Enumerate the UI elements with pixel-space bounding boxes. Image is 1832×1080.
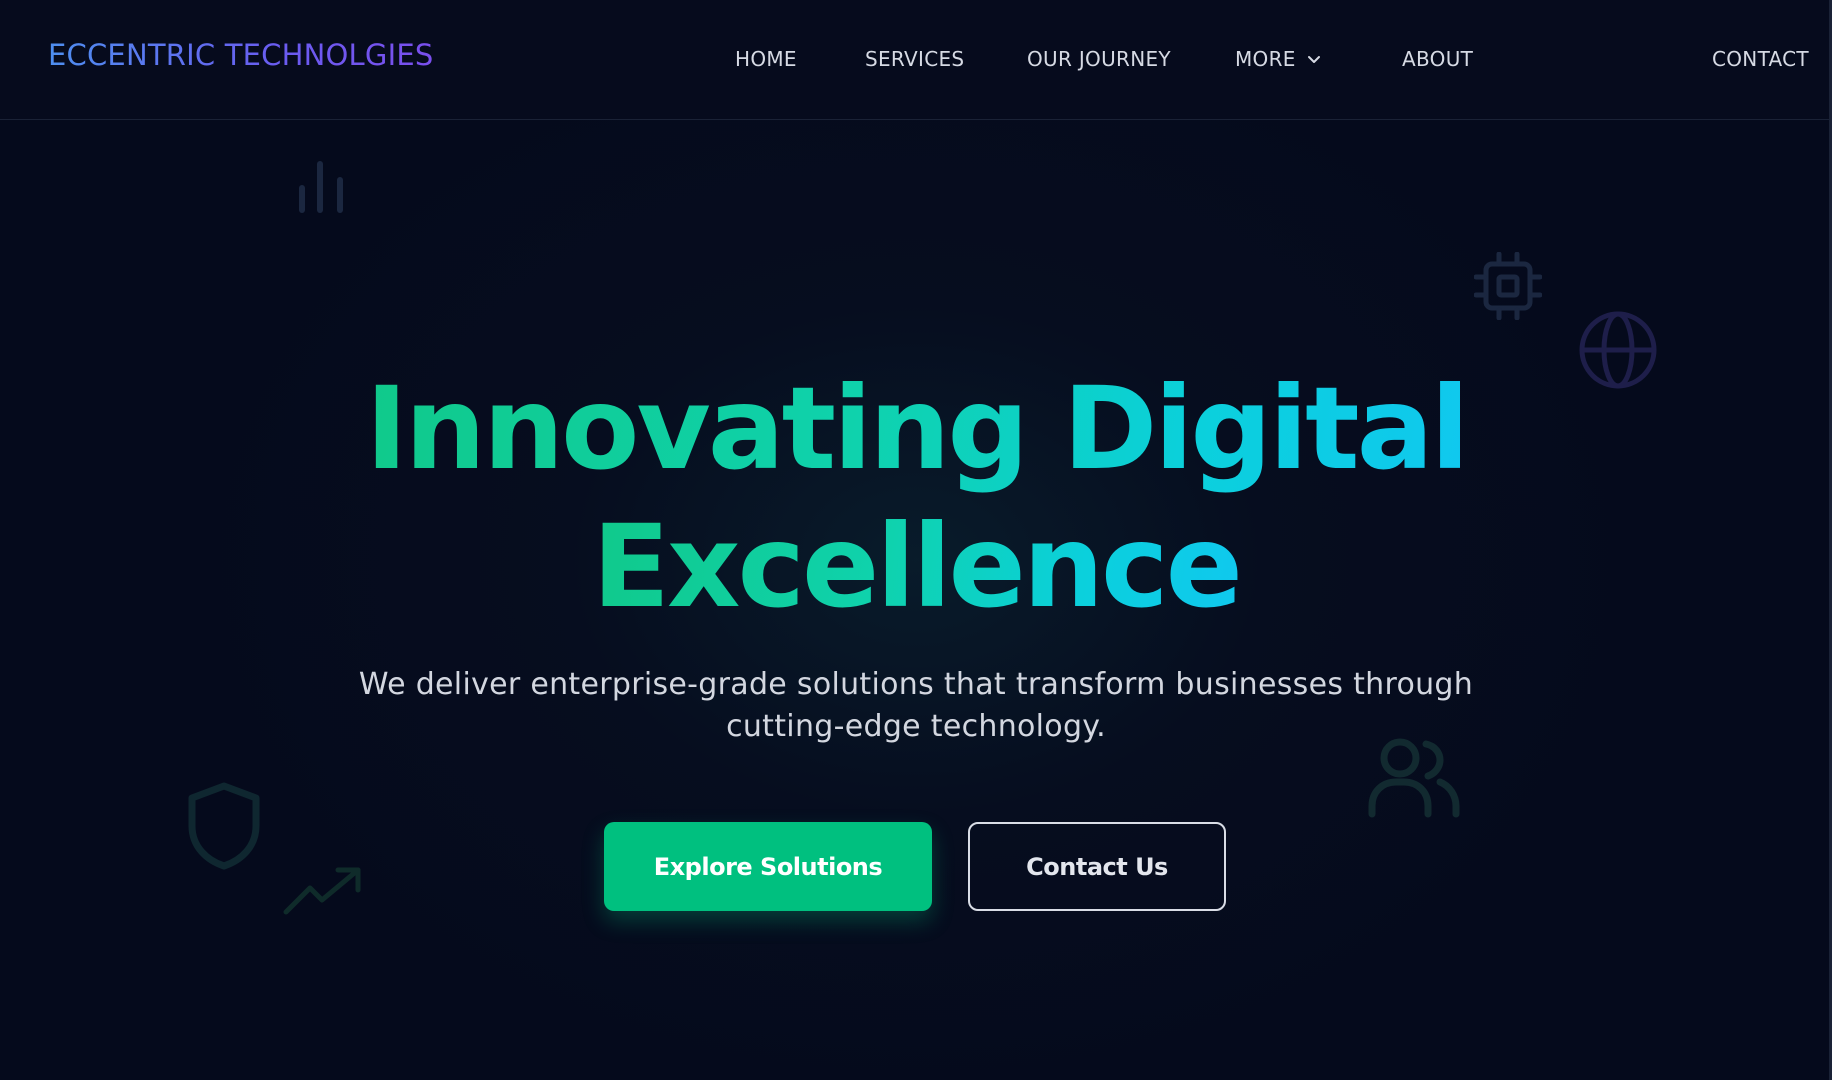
explore-solutions-button[interactable]: Explore Solutions bbox=[604, 822, 932, 911]
hero-subtitle-line1: We deliver enterprise-grade solutions th… bbox=[358, 667, 1474, 702]
contact-us-button[interactable]: Contact Us bbox=[968, 822, 1226, 911]
nav-contact[interactable]: CONTACT bbox=[1712, 47, 1809, 71]
page: ECCENTRIC TECHNOLGIES HOME SERVICES OUR … bbox=[0, 0, 1832, 1080]
hero-title: Innovating Digital Excellence bbox=[0, 360, 1832, 636]
chevron-down-icon bbox=[1306, 51, 1322, 67]
hero-title-line1: Innovating Digital bbox=[365, 360, 1469, 498]
hero-subtitle-line2: cutting-edge technology. bbox=[726, 709, 1106, 744]
nav-about[interactable]: ABOUT bbox=[1402, 47, 1473, 71]
hero-subtitle: We deliver enterprise-grade solutions th… bbox=[316, 664, 1516, 748]
shield-icon bbox=[186, 780, 262, 872]
navbar: ECCENTRIC TECHNOLGIES HOME SERVICES OUR … bbox=[0, 0, 1832, 120]
brand-logo[interactable]: ECCENTRIC TECHNOLGIES bbox=[48, 38, 433, 72]
nav-services[interactable]: SERVICES bbox=[865, 47, 964, 71]
nav-links: HOME SERVICES OUR JOURNEY MORE ABOUT CON… bbox=[712, 0, 1832, 120]
trending-up-icon bbox=[282, 866, 362, 916]
bar-chart-icon bbox=[296, 152, 350, 214]
hero-title-line2: Excellence bbox=[592, 498, 1243, 636]
nav-home[interactable]: HOME bbox=[735, 47, 797, 71]
nav-more-label: MORE bbox=[1235, 47, 1296, 71]
cpu-chip-icon bbox=[1474, 252, 1542, 320]
users-icon bbox=[1366, 736, 1460, 818]
nav-our-journey[interactable]: OUR JOURNEY bbox=[1027, 47, 1171, 71]
nav-more-dropdown[interactable]: MORE bbox=[1235, 47, 1322, 71]
